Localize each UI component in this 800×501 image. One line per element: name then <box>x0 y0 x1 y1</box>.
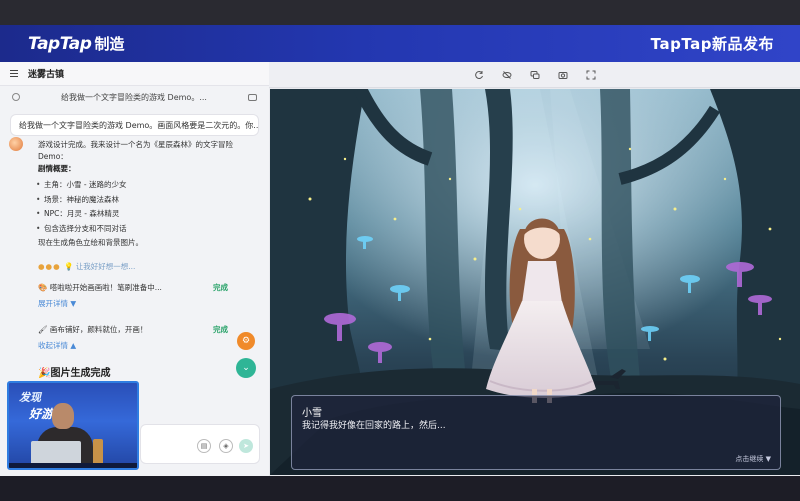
task-status-row: 🖌 画布铺好，颜料就位，开画！ 完成 <box>38 324 228 335</box>
reply-intro: 游戏设计完成。我来设计一个名为《星辰森林》的文字冒险 Demo： <box>38 140 233 161</box>
chat-header: 迷雾古镇 <box>0 62 269 86</box>
chat-input-box[interactable]: ▤ ◈ ➤ <box>140 424 260 464</box>
reply-after: 现在生成角色立绘和背景图片。 <box>38 238 143 247</box>
presenter-head <box>52 403 74 429</box>
event-banner: TapTap 制造 TapTap新品发布 <box>0 25 800 62</box>
webcam-overlay: 发现 好游戏 <box>7 381 139 470</box>
plot-item: 主角：小雪 - 迷路的少女 <box>36 178 260 193</box>
history-clock-icon[interactable] <box>12 93 20 101</box>
dialogue-box[interactable]: 小雪 我记得我好像在回家的路上，然后... 点击继续 ▼ <box>291 395 781 470</box>
chat-icon[interactable] <box>528 68 542 82</box>
game-preview-panel: 小雪 我记得我好像在回家的路上，然后... 点击继续 ▼ <box>269 62 800 476</box>
banner-title: TapTap新品发布 <box>650 35 774 53</box>
game-scene[interactable]: 小雪 我记得我好像在回家的路上，然后... 点击继续 ▼ <box>270 89 800 475</box>
taptap-logo: TapTap 制造 <box>28 33 124 54</box>
fullscreen-icon[interactable] <box>584 68 598 82</box>
plot-item: 包含选择分支和不同对话 <box>36 222 260 237</box>
party-icon: 🎉 <box>38 368 51 379</box>
layers-icon[interactable]: ◈ <box>219 439 233 453</box>
collapse-details-link[interactable]: 收起详情 ▲ <box>38 340 76 351</box>
settings-fab-icon[interactable]: ⚙ <box>237 332 255 350</box>
new-chat-icon[interactable] <box>248 93 257 101</box>
brush-icon: 🎨 <box>38 283 50 292</box>
assistant-avatar <box>9 137 23 151</box>
refresh-icon[interactable] <box>472 68 486 82</box>
task-done-badge: 完成 <box>213 325 228 334</box>
attach-file-icon[interactable]: ▤ <box>197 439 211 453</box>
desk <box>9 463 137 468</box>
thinking-indicator: ●●● 💡 让我好好想一想... <box>38 261 135 272</box>
user-message-bubble: 给我做一个文字冒险类的游戏 Demo。画面风格要是二次元的。你... <box>10 114 259 136</box>
palette-icon: 🖌 <box>38 325 50 334</box>
send-icon[interactable]: ➤ <box>239 439 253 453</box>
logo-text-zh: 制造 <box>94 35 125 53</box>
hide-icon[interactable] <box>500 68 514 82</box>
dialogue-line: 我记得我好像在回家的路上，然后... <box>302 421 446 431</box>
video-top-letterbox <box>0 0 800 25</box>
thinking-dots-icon: ●●● <box>38 262 65 271</box>
task-done-badge: 完成 <box>213 283 228 292</box>
image-done-heading: 🎉图片生成完成 <box>38 368 111 379</box>
plot-item: NPC：月灵 - 森林精灵 <box>36 207 260 222</box>
menu-icon[interactable] <box>10 70 18 77</box>
history-row[interactable]: 给我做一个文字冒险类的游戏 Demo。... <box>0 86 269 108</box>
logo-text-en: TapTap <box>28 34 92 54</box>
task-text: 🖌 画布铺好，颜料就位，开画！ <box>38 325 148 334</box>
lightbulb-icon: 💡 <box>64 262 76 271</box>
camera-icon[interactable] <box>556 68 570 82</box>
plot-heading: 剧情概要： <box>38 164 76 173</box>
speaker-name: 小雪 <box>302 408 322 419</box>
plot-list: 主角：小雪 - 迷路的少女 场景：神秘的魔法森林 NPC：月灵 - 森林精灵 包… <box>36 178 260 237</box>
history-preview: 给我做一个文字冒险类的游戏 Demo。... <box>61 92 207 102</box>
project-title: 迷雾古镇 <box>28 70 65 80</box>
plot-item: 场景：神秘的魔法森林 <box>36 193 260 208</box>
scroll-down-fab-icon[interactable]: ⌄ <box>236 358 256 378</box>
assistant-reply: 游戏设计完成。我来设计一个名为《星辰森林》的文字冒险 Demo： 剧情概要： 主… <box>36 139 260 249</box>
task-text: 🎨 嗒啦啦开始画画啦！笔刷准备中... <box>38 283 162 292</box>
thinking-text: 让我好好想一想... <box>75 262 136 271</box>
continue-hint[interactable]: 点击继续 ▼ <box>735 454 771 464</box>
expand-details-link[interactable]: 展开详情 ▼ <box>38 298 76 309</box>
task-status-row: 🎨 嗒啦啦开始画画啦！笔刷准备中... 完成 <box>38 282 228 293</box>
preview-toolbar <box>269 62 800 88</box>
video-bottom-letterbox <box>0 476 800 501</box>
webcam-overlay-text: 发现 <box>19 391 41 404</box>
